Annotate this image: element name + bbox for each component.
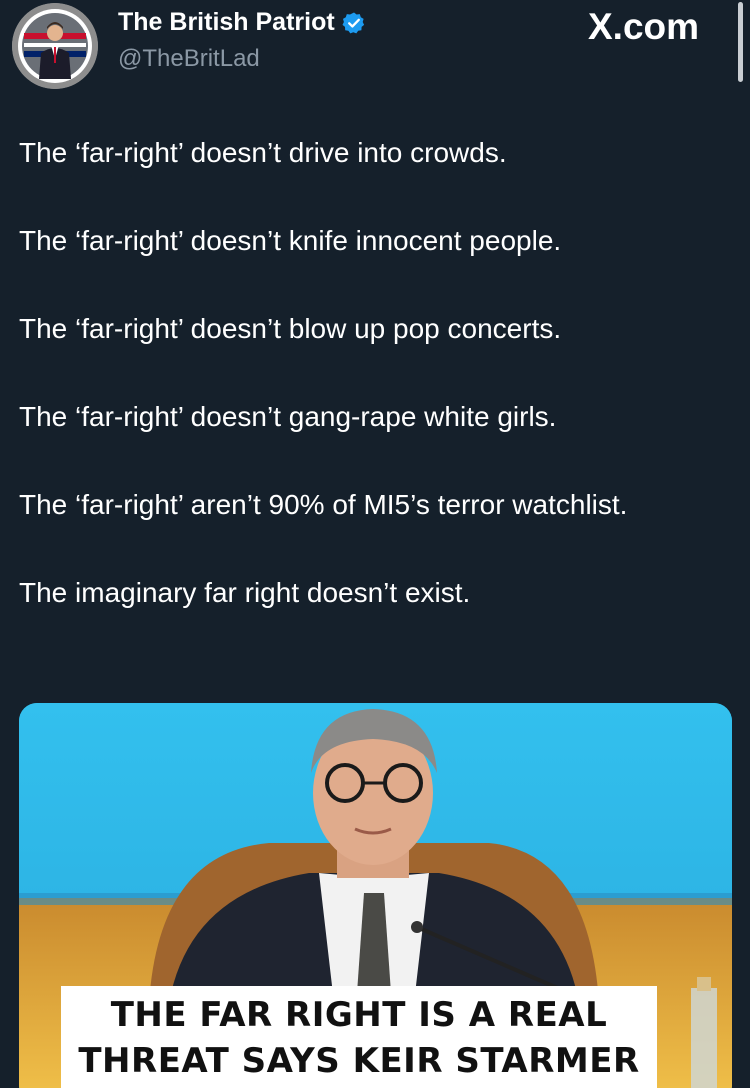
author-name-row: The British Patriot [118, 8, 366, 37]
tweet-paragraph: The ‘far-right’ doesn’t gang-rape white … [19, 401, 557, 432]
tweet-paragraph: The ‘far-right’ doesn’t knife innocent p… [19, 225, 562, 256]
x-com-watermark: X.com [588, 6, 700, 47]
tweet-paragraph: The ‘far-right’ doesn’t blow up pop conc… [19, 313, 562, 344]
tweet-paragraph: The ‘far-right’ aren’t 90% of MI5’s terr… [19, 489, 628, 520]
verified-badge-icon [342, 11, 366, 35]
avatar[interactable] [12, 3, 98, 89]
tweet-media-image[interactable]: THE FAR RIGHT IS A REAL THREAT SAYS KEIR… [19, 703, 732, 1088]
tweet-screenshot: The British Patriot @TheBritLad X.com Th… [0, 0, 750, 1088]
author-display-name[interactable]: The British Patriot [118, 8, 335, 37]
author-handle[interactable]: @TheBritLad [118, 45, 260, 73]
image-caption-box: THE FAR RIGHT IS A REAL THREAT SAYS KEIR… [61, 986, 657, 1088]
tweet-text: The ‘far-right’ doesn’t drive into crowd… [19, 131, 724, 615]
image-caption-line: THE FAR RIGHT IS A REAL [110, 995, 608, 1035]
tweet-paragraph: The ‘far-right’ doesn’t drive into crowd… [19, 137, 507, 168]
image-caption-line: THREAT SAYS KEIR STARMER [78, 1041, 640, 1081]
scrollbar[interactable] [738, 2, 743, 82]
tweet-paragraph: The imaginary far right doesn’t exist. [19, 577, 471, 608]
